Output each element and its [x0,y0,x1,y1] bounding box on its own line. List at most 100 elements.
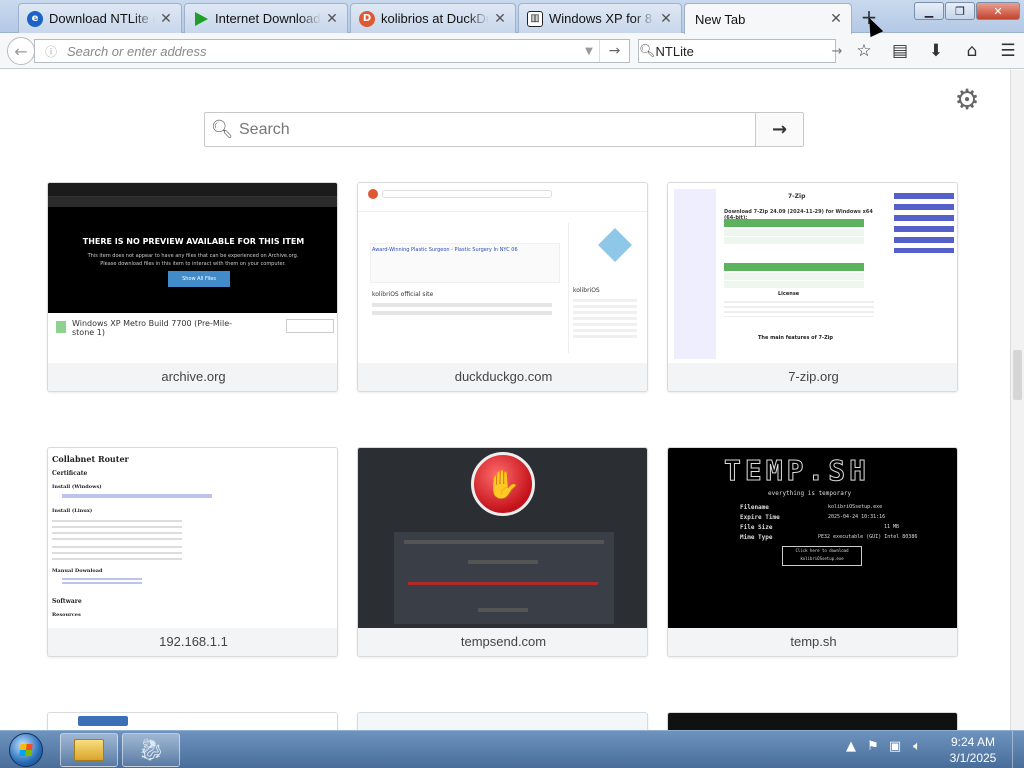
new-tab-page: ⚙ 🔍︎ → THERE IS NO PREVIEW AVAILABLE FOR… [0,70,1010,730]
reading-list-icon[interactable]: ▤ [882,39,918,63]
tab-label: Download NTLite (3 [49,11,155,26]
search-go-icon[interactable]: → [832,44,843,59]
tile-label: duckduckgo.com [358,363,647,391]
search-bar[interactable]: 🔍︎ → [638,39,842,63]
field-value: PE32 executable (GUI) Intel 80386 [818,534,918,540]
tile-label: archive.org [48,363,337,391]
install-linux-heading: Install (Linux) [52,508,93,514]
tab-label: Windows XP for 8.x [549,11,655,26]
tab-label: kolibrios at DuckDu [381,11,489,26]
preview-text: This item does not appear to have any fi… [87,253,299,259]
thumbnail [668,713,957,730]
system-tray: ▲ ⚑ ▣ 🔈︎ [840,739,928,754]
close-icon[interactable]: ✕ [325,11,339,27]
tile-partial-2[interactable] [357,712,648,730]
tagline: everything is temporary [768,490,852,497]
tab-new-tab[interactable]: New Tab ✕ [684,3,852,34]
archive-icon: ▥ [527,10,543,27]
back-button[interactable]: ← [7,37,35,65]
tab-windows-xp[interactable]: ▥ Windows XP for 8.x ✕ [518,3,682,33]
thumbnail: THERE IS NO PREVIEW AVAILABLE FOR THIS I… [48,183,337,363]
resources-heading: Resources [52,612,81,618]
tile-router[interactable]: Collabnet Router Certificate Install (Wi… [47,447,338,657]
tile-tempsh[interactable]: TEMP.SH everything is temporary Filename… [667,447,958,657]
menu-icon[interactable]: ☰ [990,39,1024,63]
bookmark-star-icon[interactable]: ☆ [846,39,882,63]
tile-filepuma[interactable] [47,712,338,730]
license-heading: License [778,291,800,297]
field-value: 11 MB [884,524,900,530]
tile-label: 7-zip.org [668,363,957,391]
tile-archive[interactable]: THERE IS NO PREVIEW AVAILABLE FOR THIS I… [47,182,338,392]
tile-duckduckgo[interactable]: Award-Winning Plastic Surgeon - Plastic … [357,182,648,392]
search-submit-button[interactable]: → [755,113,803,146]
home-icon[interactable]: ⌂ [954,39,990,63]
scrollbar-thumb[interactable] [1013,350,1022,400]
search-icon: 🔍︎ [210,119,234,140]
close-icon[interactable]: ✕ [493,11,507,27]
manual-download-heading: Manual Download [52,568,103,574]
search-input[interactable] [655,43,832,59]
clock-time: 9:24 AM [950,735,996,749]
tile-label: 192.168.1.1 [48,628,337,656]
close-window-button[interactable]: ✕ [976,2,1020,20]
field-label: Expire Time [740,514,780,521]
taskbar: 🐉︎ ▲ ⚑ ▣ 🔈︎ 9:24 AM 3/1/2025 [0,730,1024,768]
address-bar[interactable]: ⓘ ▼ → [34,39,630,63]
tile-tempsend[interactable]: ✋ tempsend.com [357,447,648,657]
tab-internet-download[interactable]: Internet Download ✕ [184,3,348,33]
thumbnail: Award-Winning Plastic Surgeon - Plastic … [358,183,647,363]
clock[interactable]: 9:24 AM 3/1/2025 [938,734,1008,766]
page-search-box[interactable]: 🔍︎ → [204,112,804,147]
volume-muted-icon[interactable]: 🔈︎ [906,739,928,754]
field-label: Mime Type [740,534,773,541]
explorer-taskbar-button[interactable] [60,733,118,767]
stop-hand-icon: ✋ [471,452,535,516]
minimize-button[interactable]: ▁ [914,2,944,20]
tile-7zip[interactable]: 7-Zip Download 7-Zip 24.09 (2024-11-29) … [667,182,958,392]
network-icon[interactable]: ▣ [884,739,906,754]
windows-logo-icon [9,733,43,767]
maximize-button[interactable]: ❐ [945,2,975,20]
gear-icon[interactable]: ⚙ [952,86,982,116]
download-icon[interactable]: ⬇ [918,39,954,63]
close-icon[interactable]: ✕ [829,11,843,27]
folder-icon [74,739,104,761]
go-arrow-icon[interactable]: → [599,40,629,62]
show-hidden-icons-icon[interactable]: ▲ [840,739,862,754]
browser-app-icon: 🐉︎ [137,737,165,763]
tile-label: tempsend.com [358,628,647,656]
show-desktop-button[interactable] [1012,731,1024,768]
thumbnail: TEMP.SH everything is temporary Filename… [668,448,957,628]
field-value: kolibriOSsetup.exe [828,504,883,510]
action-center-flag-icon[interactable]: ⚑ [862,739,884,754]
result-section: kolibriOS official site [372,291,434,298]
install-windows-heading: Install (Windows) [52,484,102,490]
idm-arrow-icon [193,11,209,27]
page-search-input[interactable] [239,120,755,139]
close-icon[interactable]: ✕ [159,11,173,27]
tab-label: Internet Download [215,11,321,26]
dropdown-arrow-icon[interactable]: ▼ [579,46,599,57]
tab-download-ntlite[interactable]: e Download NTLite (3 ✕ [18,3,182,33]
tab-duckduckgo[interactable]: D kolibrios at DuckDu ✕ [350,3,516,33]
close-icon[interactable]: ✕ [659,11,673,27]
site-title: 7-Zip [788,193,806,200]
info-icon[interactable]: ⓘ [35,43,67,60]
show-files-button: Show All Files [168,271,230,287]
thumbnail [48,713,337,730]
tile-partial-3[interactable] [667,712,958,730]
software-heading: Software [52,598,82,605]
start-button[interactable] [4,731,48,768]
address-input[interactable] [67,43,579,59]
field-label: Filename [740,504,769,511]
window-controls: ▁ ❐ ✕ [913,2,1020,20]
item-title: Windows XP Metro Build 7700 (Pre-Mile-st… [72,319,233,337]
tile-label: temp.sh [668,628,957,656]
preview-text: Please download files in this item to in… [100,261,286,267]
thumbnail: ✋ [358,448,647,628]
field-label: File Size [740,524,773,531]
page-scrollbar[interactable] [1010,70,1024,730]
browser-taskbar-button[interactable]: 🐉︎ [122,733,180,767]
duckduckgo-icon: D [359,10,375,27]
